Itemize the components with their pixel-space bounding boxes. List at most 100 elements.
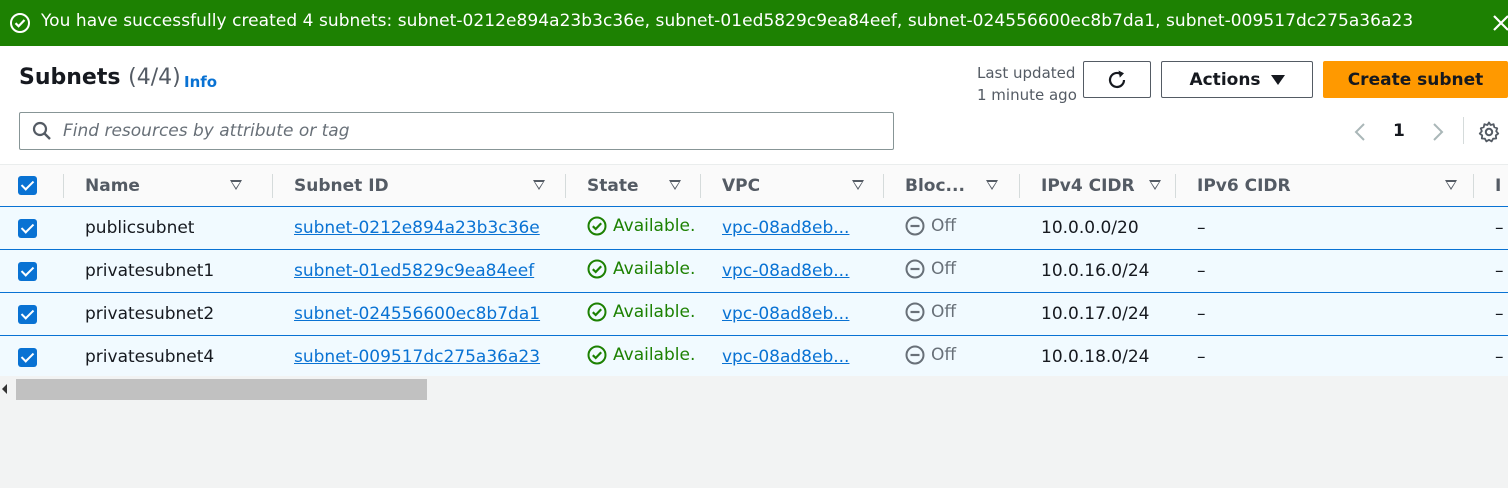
status-off-icon [905, 302, 925, 321]
table-row[interactable]: privatesubnet4 subnet-009517dc275a36a23 Av… [0, 335, 1508, 379]
gear-icon[interactable] [1477, 120, 1501, 144]
column-header-ipv4-cidr[interactable]: IPv4 CIDR [1020, 165, 1176, 207]
last-updated-value: 1 minute ago [977, 86, 1077, 104]
column-header-ipv6-cidr[interactable]: IPv6 CIDR [1176, 165, 1474, 207]
column-header-block[interactable]: Bloc... [884, 165, 1020, 207]
state-label: Available. [613, 215, 696, 236]
column-header-vpc[interactable]: VPC [701, 165, 884, 207]
block-status: Off [905, 345, 956, 365]
status-off-icon [905, 345, 925, 364]
create-subnet-button[interactable]: Create subnet [1323, 61, 1508, 98]
ipv6-cidr: – [1197, 261, 1206, 281]
vpc-link[interactable]: vpc-08ad8eb... [722, 347, 849, 367]
sort-icon[interactable] [1149, 180, 1161, 190]
last-updated: Last updated 1 minute ago [977, 62, 1077, 106]
column-header-state-label: State [587, 175, 639, 196]
sort-icon[interactable] [669, 180, 681, 190]
vpc-cell: vpc-08ad8eb... [701, 336, 884, 379]
column-header-vpc-label: VPC [722, 175, 761, 196]
extra-column-value: – [1495, 304, 1504, 324]
subnets-table: Name Subnet ID State VPC Bloc... IPv4 CI… [0, 164, 1508, 379]
state-cell: Available. [566, 250, 701, 293]
page-title-text: Subnets [19, 65, 121, 90]
row-checkbox[interactable] [18, 304, 37, 324]
subnet-id-cell: subnet-0212e894a23b3c36e [273, 207, 566, 250]
status-off-icon [905, 216, 925, 235]
ipv4-cidr: 10.0.0.0/20 [1041, 218, 1139, 238]
scrollbar-thumb[interactable] [16, 379, 427, 400]
subnet-id-link[interactable]: subnet-024556600ec8b7da1 [294, 304, 540, 324]
search-icon [32, 121, 51, 140]
block-cell: Off [884, 336, 1020, 379]
subnet-id-link[interactable]: subnet-0212e894a23b3c36e [294, 218, 540, 238]
ipv4-cidr: 10.0.18.0/24 [1041, 347, 1150, 367]
row-checkbox[interactable] [18, 218, 37, 238]
next-page-icon[interactable] [1430, 122, 1446, 142]
sort-icon[interactable] [986, 180, 998, 190]
state-status: Available. [587, 302, 695, 322]
sort-icon[interactable] [230, 180, 242, 190]
block-status: Off [905, 259, 956, 279]
row-checkbox[interactable] [18, 261, 37, 281]
subnets-panel: Subnets (4/4) Info Last updated 1 minute… [0, 46, 1508, 402]
subnet-id-link[interactable]: subnet-01ed5829c9ea84eef [294, 261, 534, 281]
extra-column-value: – [1495, 261, 1504, 281]
subnet-count: (4/4) [128, 65, 181, 90]
table-row[interactable]: privatesubnet1 subnet-01ed5829c9ea84eef Av… [0, 249, 1508, 293]
subnet-id-link[interactable]: subnet-009517dc275a36a23 [294, 347, 540, 367]
block-label: Off [931, 301, 957, 322]
scroll-left-arrow-icon[interactable] [2, 384, 7, 394]
caret-down-icon [1270, 74, 1285, 85]
column-header-subnet-id[interactable]: Subnet ID [273, 165, 566, 207]
close-icon[interactable] [1491, 13, 1508, 33]
search-input[interactable] [63, 119, 883, 143]
vpc-link[interactable]: vpc-08ad8eb... [722, 261, 849, 281]
row-select-cell [0, 250, 64, 293]
table-row[interactable]: privatesubnet2 subnet-024556600ec8b7da1 Av… [0, 292, 1508, 336]
actions-button[interactable]: Actions [1161, 61, 1313, 98]
subnet-name: privatesubnet4 [85, 347, 215, 367]
vpc-link[interactable]: vpc-08ad8eb... [722, 218, 849, 238]
vpc-cell: vpc-08ad8eb... [701, 207, 884, 250]
column-header-ipv6-label: IPv6 CIDR [1197, 175, 1291, 196]
horizontal-scrollbar[interactable] [0, 376, 1508, 402]
sort-icon[interactable] [852, 180, 864, 190]
refresh-button[interactable] [1083, 61, 1151, 98]
block-cell: Off [884, 293, 1020, 336]
state-label: Available. [613, 258, 696, 279]
state-status: Available. [587, 345, 695, 365]
column-header-name[interactable]: Name [64, 165, 273, 207]
row-select-cell [0, 336, 64, 379]
extra-column-value: – [1495, 218, 1504, 238]
page-title: Subnets (4/4) [19, 65, 181, 90]
column-header-extra-label: I [1495, 175, 1502, 196]
row-checkbox[interactable] [18, 347, 37, 367]
column-header-block-label: Bloc... [905, 175, 965, 196]
row-select-cell [0, 293, 64, 336]
table-body: publicsubnet subnet-0212e894a23b3c36e Avai… [0, 206, 1508, 379]
subnet-id-cell: subnet-009517dc275a36a23 [273, 336, 566, 379]
vpc-cell: vpc-08ad8eb... [701, 293, 884, 336]
info-link[interactable]: Info [184, 73, 217, 91]
sort-icon[interactable] [533, 180, 545, 190]
state-cell: Available. [566, 336, 701, 379]
select-all-checkbox[interactable] [18, 176, 37, 195]
column-header-state[interactable]: State [566, 165, 701, 207]
pager-divider [1463, 117, 1464, 144]
subnet-name: privatesubnet1 [85, 261, 215, 281]
search-bar [19, 112, 894, 150]
block-status: Off [905, 302, 956, 322]
table-row[interactable]: publicsubnet subnet-0212e894a23b3c36e Avai… [0, 206, 1508, 250]
vpc-link[interactable]: vpc-08ad8eb... [722, 304, 849, 324]
status-available-icon [587, 345, 607, 364]
column-header-extra[interactable]: I [1474, 165, 1508, 207]
last-updated-label: Last updated [977, 64, 1076, 82]
column-header-ipv4-label: IPv4 CIDR [1041, 175, 1135, 196]
current-page[interactable]: 1 [1393, 121, 1405, 141]
subnet-name: publicsubnet [85, 218, 195, 238]
column-header-name-label: Name [85, 175, 140, 196]
sort-icon[interactable] [1445, 180, 1457, 190]
block-label: Off [931, 215, 957, 236]
select-all-cell [0, 165, 64, 207]
previous-page-icon[interactable] [1352, 122, 1368, 142]
